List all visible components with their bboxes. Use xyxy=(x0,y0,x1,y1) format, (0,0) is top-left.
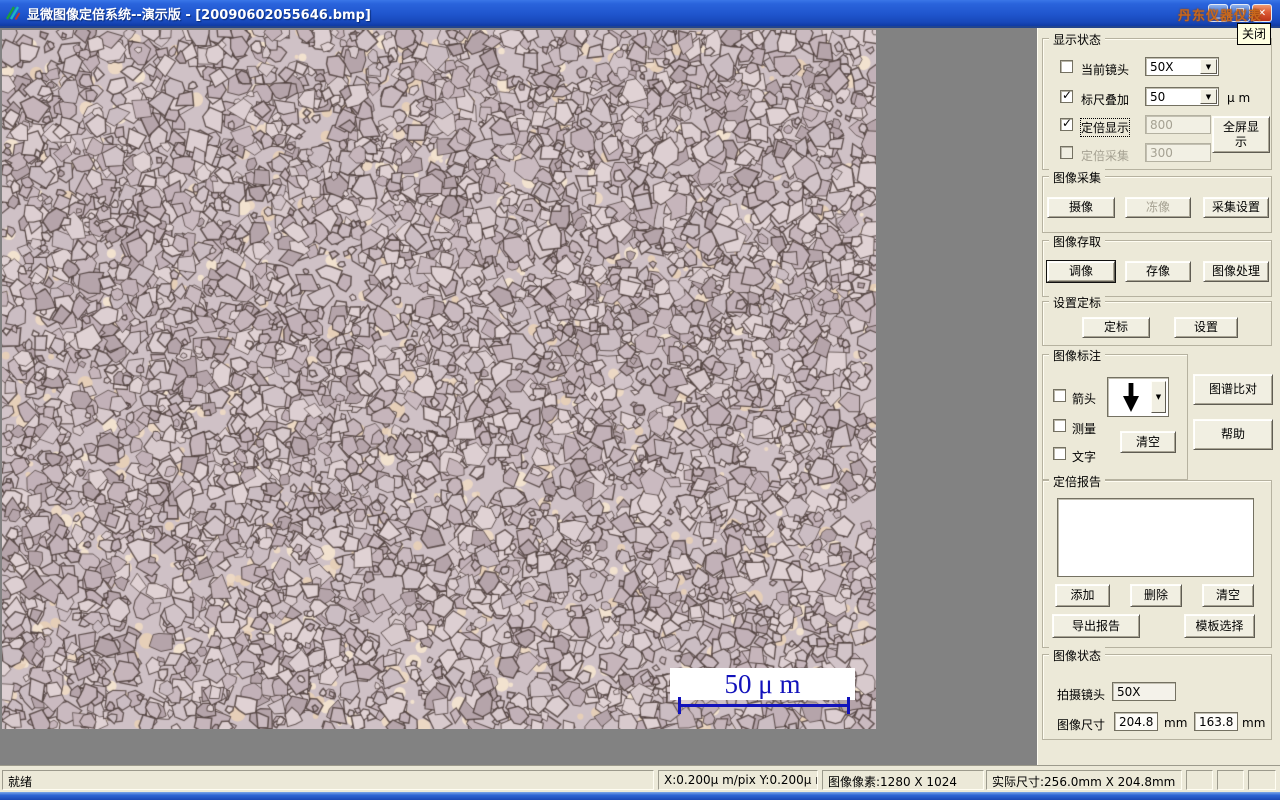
scalebar-label-box: 50 μ m xyxy=(670,668,855,700)
capture-group: 图像采集 摄像 冻像 采集设置 xyxy=(1042,169,1272,233)
fixed-display-checkbox[interactable]: ✓ xyxy=(1060,116,1073,131)
image-size-label: 图像尺寸 xyxy=(1057,718,1106,732)
current-lens-value: 50X xyxy=(1150,60,1174,74)
status-ready: 就绪 xyxy=(2,770,654,790)
close-tooltip: 关闭 xyxy=(1237,23,1272,45)
calibration-setup-button[interactable]: 设置 xyxy=(1174,317,1238,338)
image-status-title: 图像状态 xyxy=(1049,647,1106,664)
report-add-button[interactable]: 添加 xyxy=(1055,584,1110,607)
status-actual-size: 实际尺寸:256.0mm X 204.8mm xyxy=(986,770,1182,790)
fullscreen-button[interactable]: 全屏显示 xyxy=(1212,116,1270,153)
height-unit-label: mm xyxy=(1242,716,1266,730)
window-title: 显微图像定倍系统--演示版 - [20090602055646.bmp] xyxy=(27,7,371,23)
scale-overlay-label: 标尺叠加 xyxy=(1081,93,1130,107)
scale-overlay-combo[interactable]: 50 ▼ xyxy=(1145,87,1219,106)
status-resolution: X:0.200μ m/pix Y:0.200μ m/pix xyxy=(658,770,818,790)
micrograph-canvas[interactable] xyxy=(2,30,876,729)
report-title: 定倍报告 xyxy=(1049,473,1106,490)
close-icon: ✕ xyxy=(1257,7,1267,19)
chevron-down-icon[interactable]: ▼ xyxy=(1200,59,1217,74)
display-status-title: 显示状态 xyxy=(1049,31,1106,48)
image-status-group: 图像状态 拍摄镜头 50X 图像尺寸 204.8 mm 163.8 mm xyxy=(1042,647,1272,740)
annotation-title: 图像标注 xyxy=(1049,347,1106,364)
scalebar-text: 50 μ m xyxy=(724,668,801,699)
image-width-value: 204.8 xyxy=(1114,712,1158,731)
report-group: 定倍报告 添加 删除 清空 导出报告 模板选择 xyxy=(1042,473,1272,648)
template-select-button[interactable]: 模板选择 xyxy=(1184,614,1255,638)
width-unit-label: mm xyxy=(1164,716,1188,730)
fixed-display-input[interactable]: 800 xyxy=(1145,115,1211,134)
measure-checkbox[interactable] xyxy=(1053,419,1066,432)
text-checkbox[interactable] xyxy=(1053,447,1066,460)
status-pixels: 图像像素:1280 X 1024 xyxy=(822,770,984,790)
app-icon xyxy=(5,5,21,21)
calibration-title: 设置定标 xyxy=(1049,294,1106,311)
current-lens-checkbox[interactable] xyxy=(1060,60,1073,73)
check-icon: ✓ xyxy=(1062,88,1073,102)
display-status-group: 显示状态 当前镜头 50X ▼ ✓ 标尺叠加 50 ▼ μ m ✓ 定倍显示 8… xyxy=(1042,31,1272,170)
measure-label: 测量 xyxy=(1072,422,1097,436)
export-report-button[interactable]: 导出报告 xyxy=(1052,614,1140,638)
image-viewport: 50 μ m xyxy=(0,28,1037,765)
restore-button[interactable]: ❐ xyxy=(1230,4,1250,22)
arrow-label: 箭头 xyxy=(1072,392,1097,406)
minimize-icon: _ xyxy=(1215,7,1221,19)
report-clear-button[interactable]: 清空 xyxy=(1202,584,1254,607)
shoot-lens-label: 拍摄镜头 xyxy=(1057,688,1106,702)
calibration-group: 设置定标 定标 设置 xyxy=(1042,294,1272,346)
status-empty-2 xyxy=(1217,770,1244,790)
scale-unit-label: μ m xyxy=(1227,91,1251,105)
capture-title: 图像采集 xyxy=(1049,169,1106,186)
down-arrow-icon xyxy=(1123,383,1139,412)
capture-settings-button[interactable]: 采集设置 xyxy=(1203,197,1269,218)
load-image-button[interactable]: 调像 xyxy=(1046,260,1116,283)
status-empty-1 xyxy=(1186,770,1213,790)
fixed-capture-checkbox[interactable] xyxy=(1060,146,1073,159)
scalebar-tick-right xyxy=(847,697,850,714)
image-height-value: 163.8 xyxy=(1194,712,1238,731)
calibrate-button[interactable]: 定标 xyxy=(1082,317,1150,338)
arrow-style-combo[interactable]: ▼ xyxy=(1107,377,1169,417)
annotation-group: 图像标注 箭头 ▼ 测量 清空 文字 xyxy=(1042,347,1188,480)
check-icon: ✓ xyxy=(1062,116,1073,130)
scale-overlay-value: 50 xyxy=(1150,90,1166,104)
storage-group: 图像存取 调像 存像 图像处理 xyxy=(1042,233,1272,297)
help-button[interactable]: 帮助 xyxy=(1193,419,1273,450)
status-bar: 就绪 X:0.200μ m/pix Y:0.200μ m/pix 图像像素:12… xyxy=(0,765,1280,792)
current-lens-combo[interactable]: 50X ▼ xyxy=(1145,57,1219,76)
title-bar: 显微图像定倍系统--演示版 - [20090602055646.bmp] _ ❐… xyxy=(0,0,1280,26)
chevron-down-icon[interactable]: ▼ xyxy=(1200,89,1217,104)
storage-title: 图像存取 xyxy=(1049,233,1106,250)
fixed-capture-label: 定倍采集 xyxy=(1081,149,1130,163)
fixed-display-label: 定倍显示 xyxy=(1079,118,1131,137)
text-label: 文字 xyxy=(1072,450,1097,464)
shoot-lens-value: 50X xyxy=(1112,682,1176,701)
window-controls: _ ❐ ✕ xyxy=(1208,4,1272,22)
report-delete-button[interactable]: 删除 xyxy=(1130,584,1182,607)
process-image-button[interactable]: 图像处理 xyxy=(1203,261,1269,282)
fixed-capture-input[interactable]: 300 xyxy=(1145,143,1211,162)
chevron-down-icon[interactable]: ▼ xyxy=(1151,381,1166,413)
status-empty-3 xyxy=(1248,770,1276,790)
app-window: 显微图像定倍系统--演示版 - [20090602055646.bmp] _ ❐… xyxy=(0,0,1280,800)
minimize-button[interactable]: _ xyxy=(1208,4,1228,22)
clear-annotation-button[interactable]: 清空 xyxy=(1120,431,1176,453)
report-listbox[interactable] xyxy=(1057,498,1254,577)
control-panel: 显示状态 当前镜头 50X ▼ ✓ 标尺叠加 50 ▼ μ m ✓ 定倍显示 8… xyxy=(1037,28,1280,765)
current-lens-label: 当前镜头 xyxy=(1081,63,1130,77)
restore-icon: ❐ xyxy=(1235,7,1245,19)
scale-overlay-checkbox[interactable]: ✓ xyxy=(1060,88,1073,103)
atlas-compare-button[interactable]: 图谱比对 xyxy=(1193,374,1273,405)
shoot-button[interactable]: 摄像 xyxy=(1047,197,1115,218)
save-image-button[interactable]: 存像 xyxy=(1125,261,1191,282)
scalebar-tick-left xyxy=(678,697,681,714)
close-button[interactable]: ✕ xyxy=(1252,4,1272,22)
arrow-checkbox[interactable] xyxy=(1053,389,1066,402)
taskbar-edge xyxy=(0,792,1280,800)
scalebar-line xyxy=(678,704,850,707)
freeze-button[interactable]: 冻像 xyxy=(1125,197,1191,218)
